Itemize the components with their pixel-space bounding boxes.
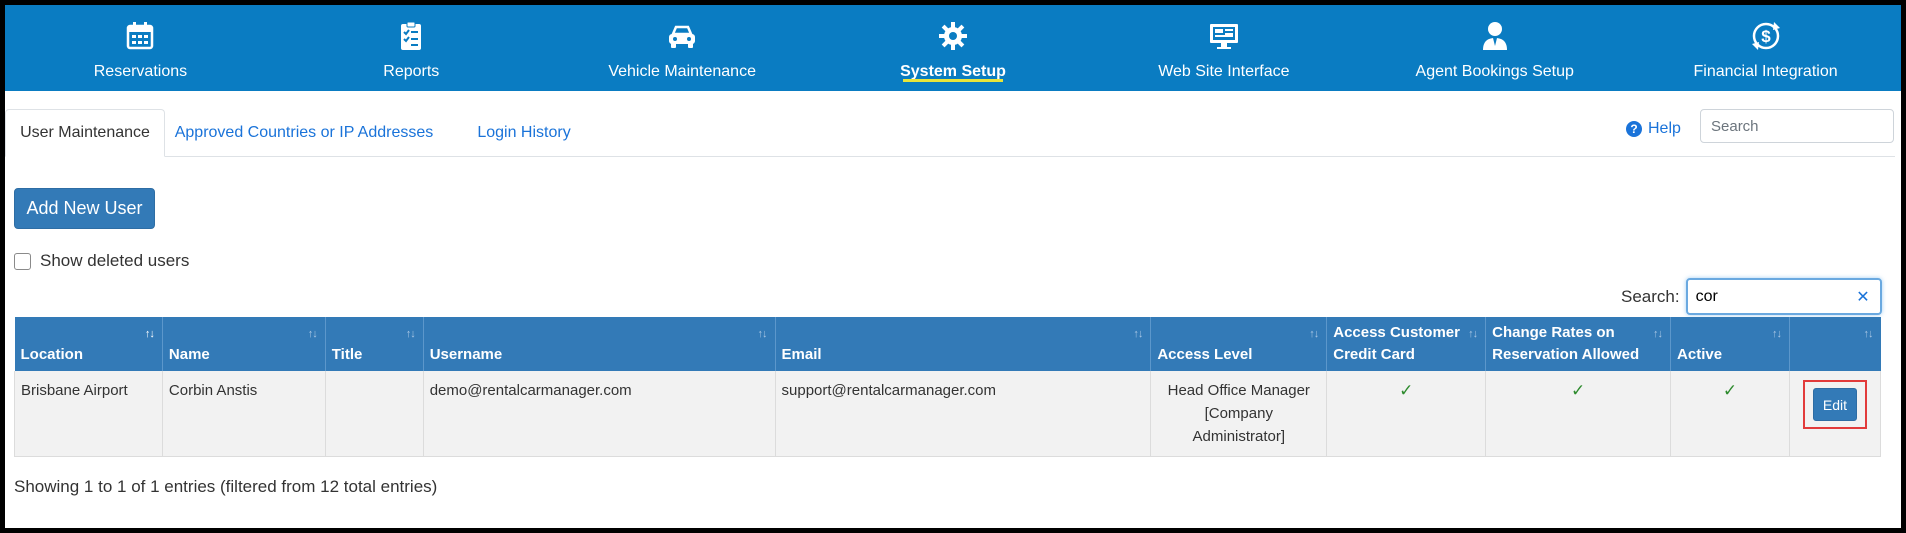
nav-item-web-site-interface[interactable]: Web Site Interface [1088,5,1359,91]
users-table: ↑↓ Location ↑↓ Name ↑↓ Title ↑↓ Username ↑↓ E… [14,317,1882,457]
column-active[interactable]: ↑↓ Active [1670,317,1790,371]
column-label: Name [168,346,210,363]
gear-icon [936,19,970,53]
column-access-level[interactable]: ↑↓ Access Level [1150,317,1328,371]
table-row: Brisbane Airport Corbin Anstis demo@rent… [14,371,1882,457]
column-actions[interactable]: ↑↓ [1789,317,1881,371]
cell-access-level: Head Office Manager [Company Administrat… [1150,371,1328,457]
nav-label: Reports [383,63,440,80]
column-label: Title [331,346,363,363]
cell-change-rates: ✓ [1485,371,1672,457]
column-label: Active [1677,346,1723,363]
sort-icon: ↑↓ [757,328,768,340]
column-label: Access Customer Credit Card [1333,324,1460,363]
sort-icon: ↑↓ [307,328,318,340]
sort-icon: ↑↓ [1771,328,1782,340]
show-deleted-users: Show deleted users [14,251,189,271]
top-search-input[interactable] [1700,109,1894,143]
cell-name: Corbin Anstis [162,371,326,457]
table-search-label: Search: [1621,286,1680,306]
edit-wrapper: Edit [1796,379,1874,429]
clipboard-icon [394,19,428,53]
tab-approved-countries[interactable]: Approved Countries or IP Addresses [171,109,437,157]
top-nav: Reservations Reports Vehicle Maintenance… [5,5,1901,91]
cell-active: ✓ [1670,371,1790,457]
show-deleted-checkbox[interactable] [14,252,31,270]
nav-item-system-setup[interactable]: System Setup [818,5,1089,91]
cell-username: demo@rentalcarmanager.com [423,371,776,457]
dollar-refresh-icon: $ [1749,19,1783,53]
column-username[interactable]: ↑↓ Username [423,317,776,371]
column-label: Email [781,346,822,363]
active-underline [903,79,1003,82]
cell-actions: Edit [1789,371,1882,457]
column-location[interactable]: ↑↓ Location [14,317,163,371]
agent-icon [1478,19,1512,53]
cell-location: Brisbane Airport [14,371,163,457]
nav-label: Agent Bookings Setup [1415,63,1574,80]
sort-icon: ↑↓ [1133,328,1143,340]
nav-item-agent-bookings-setup[interactable]: Agent Bookings Setup [1359,5,1630,91]
nav-item-financial-integration[interactable]: $ Financial Integration [1630,5,1901,91]
nav-item-reservations[interactable]: Reservations [5,5,276,91]
column-label: Username [429,346,503,363]
table-search-box: ✕ [1685,278,1882,315]
clear-icon[interactable]: ✕ [1856,287,1869,307]
svg-text:$: $ [1761,27,1771,46]
table-search: Search: ✕ [1621,278,1882,315]
help-link[interactable]: ? Help [1626,109,1681,149]
column-access-credit-card[interactable]: ↑↓ Access Customer Credit Card [1326,317,1487,371]
calendar-icon [123,19,157,53]
cell-title [325,371,424,457]
edit-highlight-box: Edit [1802,380,1867,429]
column-label: Access Level [1157,346,1253,363]
column-change-rates[interactable]: ↑↓ Change Rates on Reservation Allowed [1485,317,1672,371]
tab-login-history[interactable]: Login History [459,109,589,157]
question-circle-icon: ? [1626,121,1642,137]
add-new-user-button[interactable]: Add New User [14,188,155,229]
nav-label: Financial Integration [1693,63,1838,80]
column-label: Change Rates on Reservation Allowed [1492,324,1640,363]
sort-icon: ↑↓ [405,328,416,340]
nav-label: Reservations [93,63,188,80]
column-email[interactable]: ↑↓ Email [775,317,1152,371]
nav-item-reports[interactable]: Reports [276,5,547,91]
sub-tabs: User Maintenance Approved Countries or I… [5,109,1901,157]
table-search-input[interactable] [1687,280,1848,313]
column-label: Location [20,346,84,363]
cell-access-credit-card: ✓ [1326,371,1487,457]
checkmark-icon: ✓ [1399,381,1414,400]
nav-label: Web Site Interface [1158,63,1290,80]
nav-item-vehicle-maintenance[interactable]: Vehicle Maintenance [547,5,818,91]
column-name[interactable]: ↑↓ Name [162,317,326,371]
sort-icon: ↑↓ [1309,328,1319,340]
table-header-row: ↑↓ Location ↑↓ Name ↑↓ Title ↑↓ Username ↑↓ E… [14,317,1881,371]
show-deleted-label: Show deleted users [40,251,190,270]
sort-icon: ↑↓ [1468,328,1478,340]
cell-email: support@rentalcarmanager.com [775,371,1152,457]
car-icon [665,19,699,53]
sort-asc-icon: ↑↓ [144,328,155,340]
edit-button[interactable]: Edit [1812,388,1857,421]
monitor-icon [1207,19,1241,53]
nav-label: Vehicle Maintenance [608,63,756,80]
checkmark-icon: ✓ [1570,381,1586,400]
table-info: Showing 1 to 1 of 1 entries (filtered fr… [14,477,438,496]
column-title[interactable]: ↑↓ Title [325,317,424,371]
checkmark-icon: ✓ [1722,381,1738,400]
tab-user-maintenance[interactable]: User Maintenance [5,109,165,157]
sort-icon: ↑↓ [1653,328,1663,340]
app-frame: Reservations Reports Vehicle Maintenance… [5,5,1901,528]
sort-icon: ↑↓ [1863,328,1874,340]
help-label: Help [1648,120,1681,137]
